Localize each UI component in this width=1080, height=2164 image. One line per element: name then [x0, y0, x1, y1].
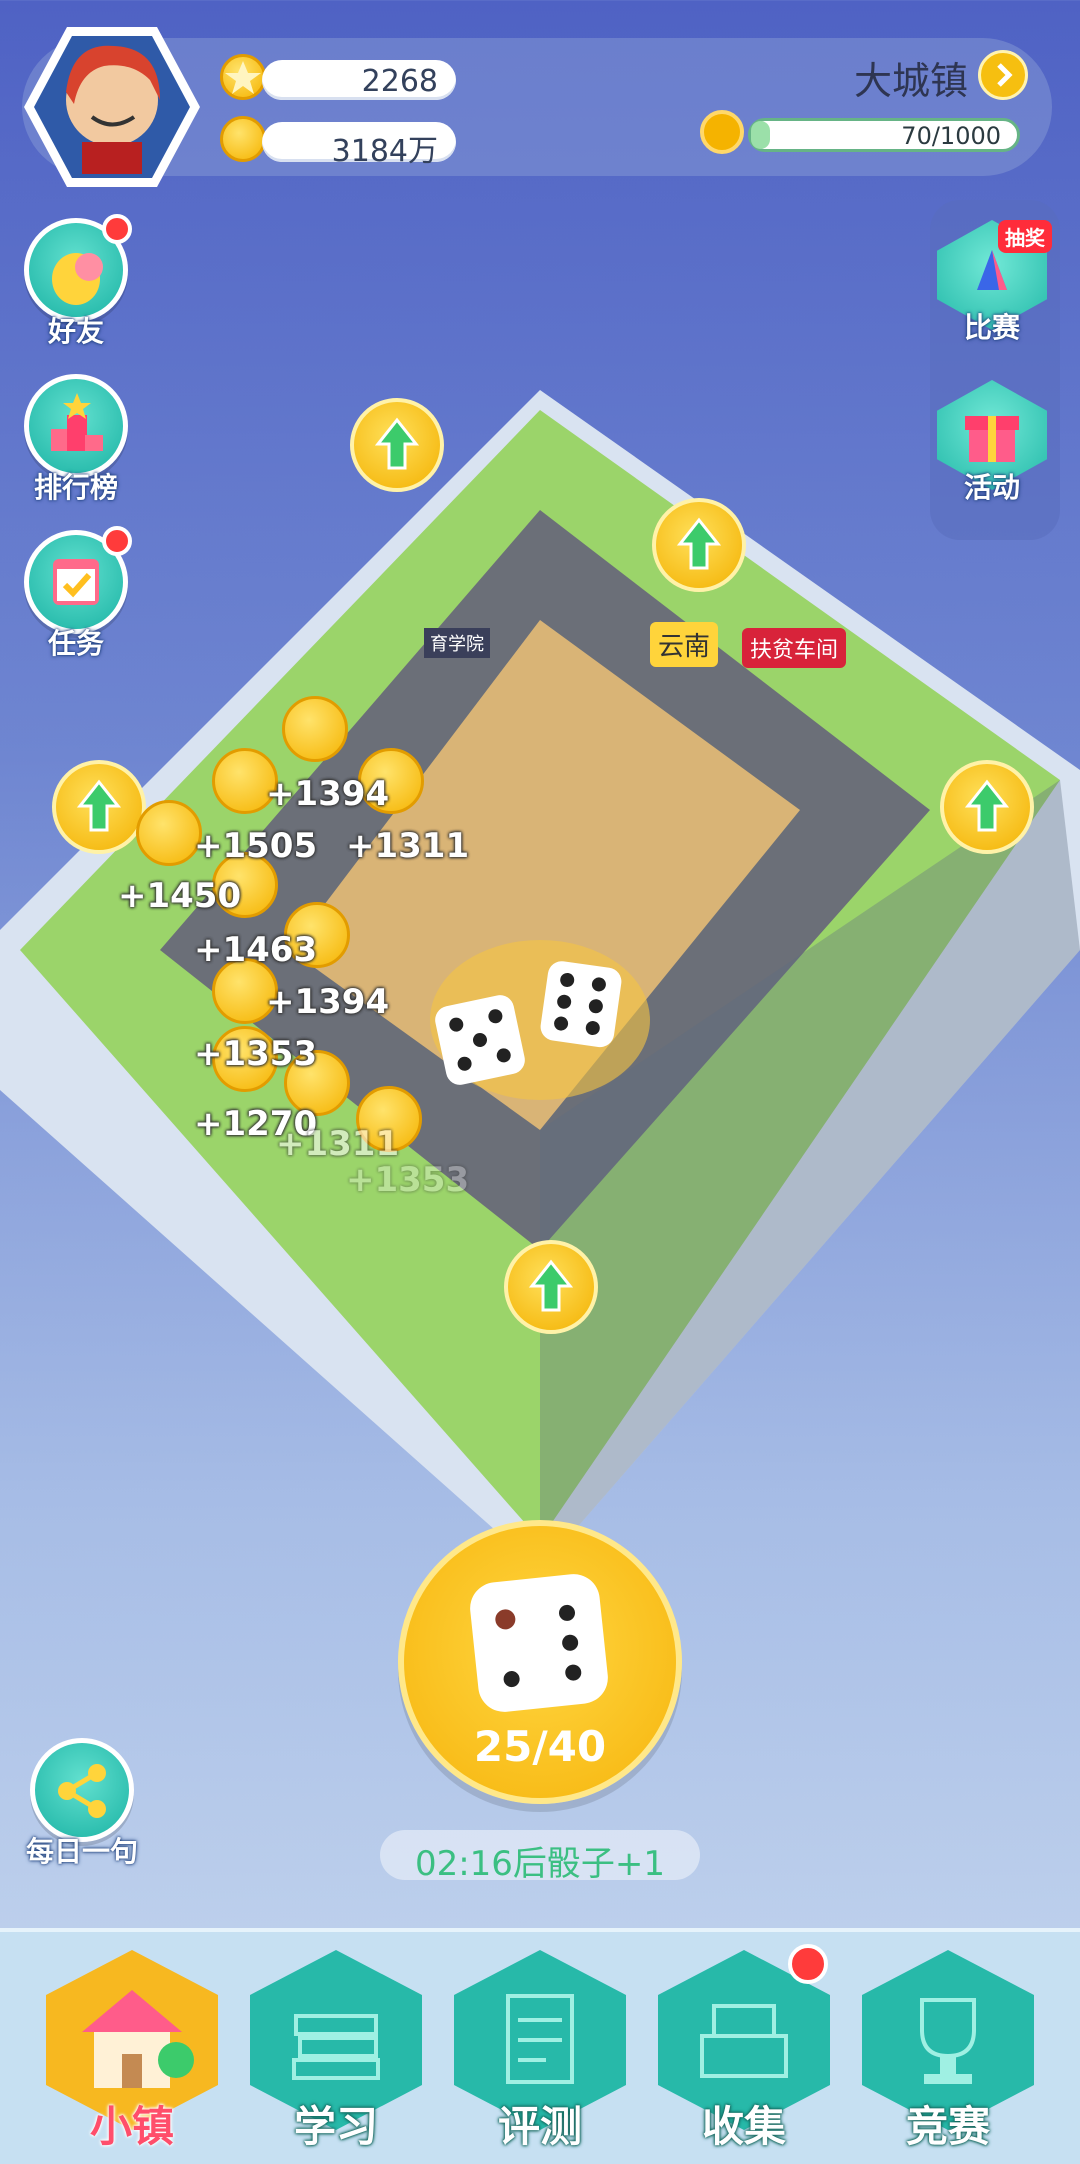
coins-value: 3184万 [331, 134, 438, 169]
nav-town[interactable]: 小镇 [46, 1950, 218, 2151]
coin-popup: +1394 [266, 982, 390, 1022]
nav-collect[interactable]: 收集 [658, 1944, 830, 2151]
contest-button[interactable]: 抽奖 比赛 [932, 220, 1052, 344]
coin-popup: +1394 [266, 774, 390, 814]
progress-text: 70/1000 [901, 122, 1001, 150]
coin-popup: +1353 [346, 1160, 470, 1200]
coin-popup: +1450 [118, 876, 242, 916]
contest-label: 比赛 [963, 311, 1020, 344]
notification-dot [788, 1944, 828, 1984]
upgrade-button[interactable] [350, 398, 444, 492]
upgrade-button[interactable] [652, 498, 746, 592]
roll-count: 25/40 [473, 1722, 607, 1771]
upgrade-button[interactable] [52, 760, 146, 854]
nav-contest[interactable]: 竞赛 [862, 1950, 1034, 2151]
nav-town-label: 小镇 [89, 2102, 174, 2151]
coin-popup: +1505 [194, 826, 318, 866]
upgrade-button[interactable] [940, 760, 1034, 854]
nav-collect-label: 收集 [701, 2102, 786, 2151]
coin-popup: +1311 [276, 1124, 400, 1164]
coin-popup: +1463 [194, 930, 318, 970]
coins-counter: 3184万 [262, 122, 456, 169]
town-progress-bar: 70/1000 [748, 118, 1020, 152]
nav-test-label: 评测 [497, 2102, 582, 2151]
friends-label: 好友 [47, 315, 104, 348]
coin-icon [136, 800, 202, 866]
nav-contest-label: 竞赛 [905, 2102, 990, 2151]
coin-popup: +1353 [194, 1034, 318, 1074]
stars-value: 2268 [361, 64, 438, 99]
star-icon [220, 54, 266, 100]
building-sign: 育学院 [424, 628, 490, 658]
progress-fill [751, 121, 770, 149]
town-name[interactable]: 大城镇 [854, 50, 968, 105]
friends-button[interactable]: 好友 [24, 214, 132, 348]
nav-test[interactable]: 评测 [454, 1950, 626, 2151]
lottery-badge: 抽奖 [998, 220, 1052, 253]
nav-study-label: 学习 [293, 2102, 378, 2151]
daily-sentence-label: 每日一句 [25, 1835, 138, 1868]
dice-refill-timer: 02:16后骰子+1 [380, 1830, 700, 1884]
notification-dot [102, 214, 132, 244]
upgrade-button[interactable] [504, 1240, 598, 1334]
chevron-right-icon[interactable] [978, 50, 1028, 100]
building-sign: 云南 [650, 622, 719, 667]
coin-icon [282, 696, 348, 762]
player-avatar[interactable] [22, 22, 202, 192]
share-icon [30, 1738, 134, 1842]
daily-sentence-button[interactable]: 每日一句 [26, 1738, 138, 1868]
building-sign: 扶贫车间 [742, 628, 847, 668]
timer-text: 02:16后骰子+1 [414, 1844, 666, 1884]
board-dice [420, 910, 660, 1114]
coin-icon [220, 116, 266, 162]
stars-counter: 2268 [262, 60, 456, 100]
nav-study[interactable]: 学习 [250, 1950, 422, 2151]
medal-icon [700, 110, 744, 154]
coin-popup: +1311 [346, 826, 470, 866]
